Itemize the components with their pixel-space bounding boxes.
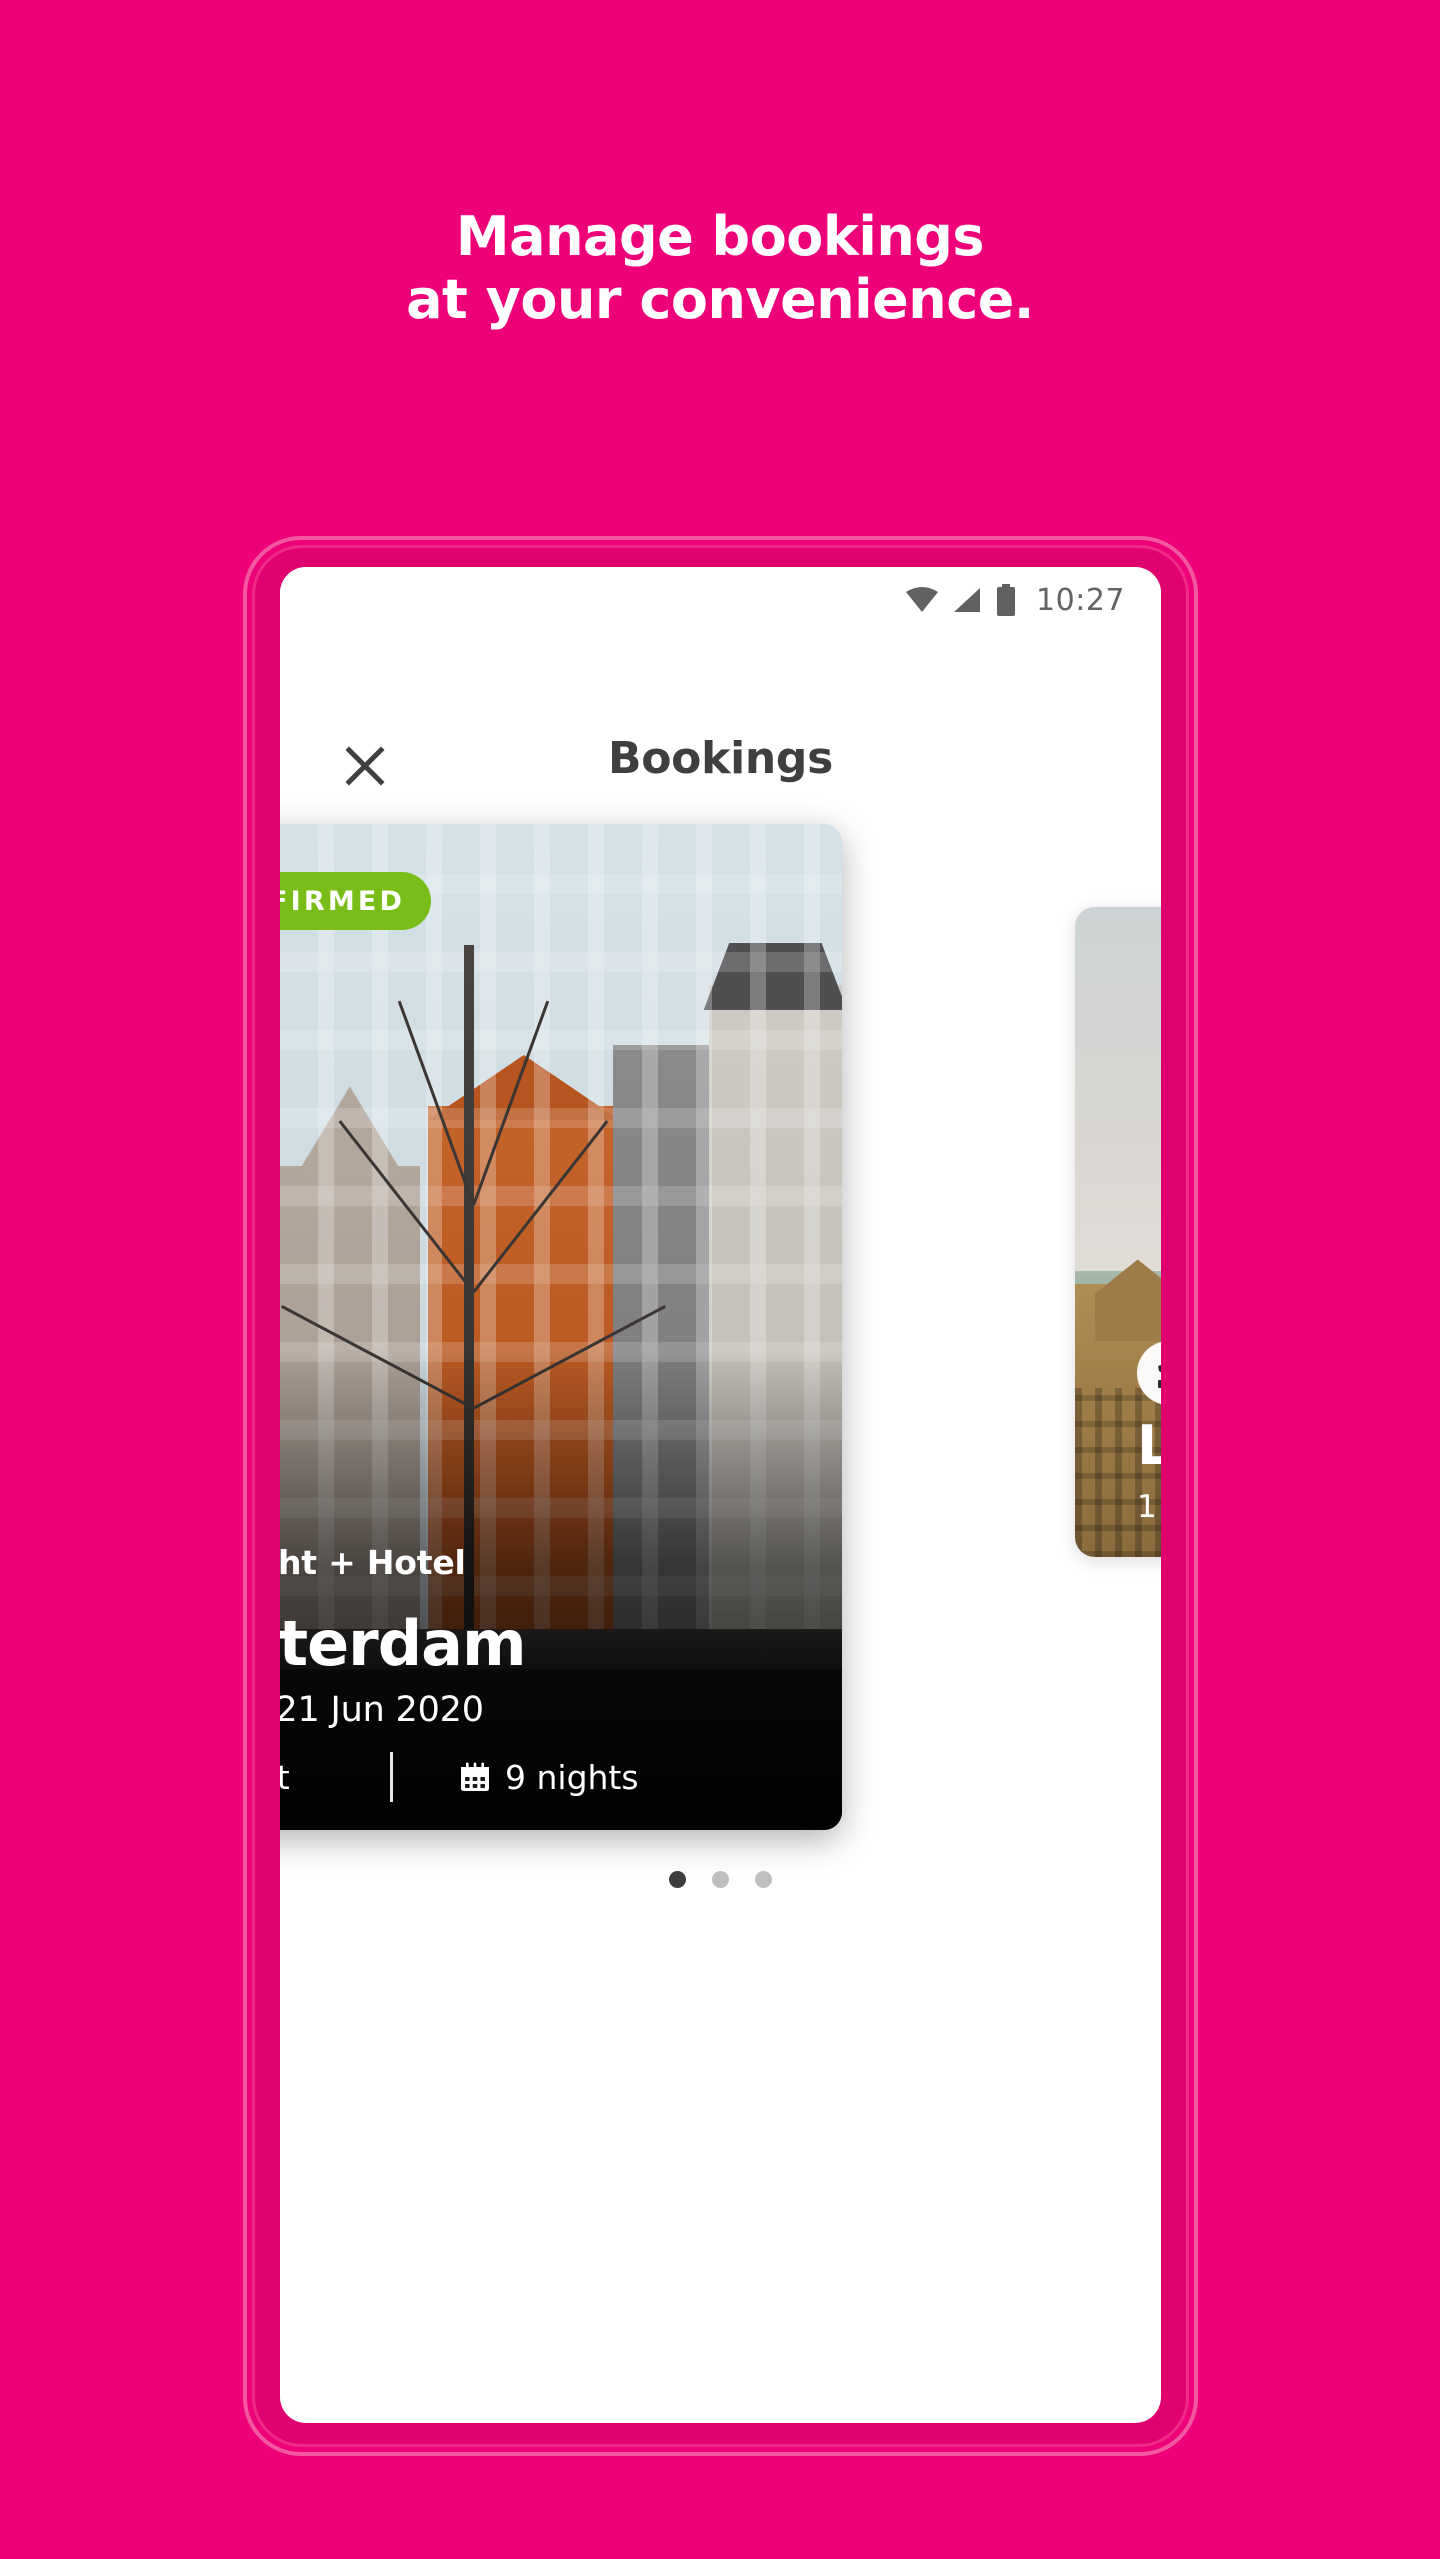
peek-card-sky	[1075, 907, 1161, 1310]
pagination-dot[interactable]	[712, 1871, 729, 1888]
booking-type-label: Flight + Hotel	[280, 1542, 466, 1582]
booking-card-london[interactable]: L 1	[1075, 907, 1161, 1557]
booking-type: Flight + Hotel	[280, 1532, 466, 1592]
status-bar: 10:27	[280, 567, 1161, 633]
page-title: Bookings	[608, 733, 833, 784]
status-bar-time: 10:27	[1036, 582, 1125, 618]
photo-tree-branch	[472, 1000, 550, 1206]
phone-screen: 10:27 Bookings L 1 IRMED ht + Hotel terd…	[280, 567, 1161, 2423]
cellular-signal-icon	[952, 586, 982, 614]
booking-card-amsterdam[interactable]: CONFIRMED Flight +	[280, 824, 842, 1830]
booking-city: Amsterdam	[280, 1607, 527, 1680]
promo-headline: Manage bookings at your convenience.	[0, 205, 1440, 331]
headline-line-1: Manage bookings	[455, 205, 985, 268]
wifi-icon	[905, 586, 939, 614]
photo-tree-branch	[338, 1120, 475, 1294]
booking-travellers-label: 1 adult	[280, 1757, 290, 1797]
status-badge: CONFIRMED	[280, 872, 432, 930]
booking-dates: 12 Jun - 21 Jun 2020	[280, 1690, 484, 1730]
pagination-dot[interactable]	[669, 1871, 686, 1888]
booking-duration-label: 9 nights	[505, 1757, 639, 1797]
headline-line-2: at your convenience.	[406, 268, 1034, 332]
peek-card-city: L	[1137, 1414, 1161, 1477]
bookings-carousel[interactable]: L 1 IRMED ht + Hotel terdam 21 Jun 2020 …	[280, 824, 1161, 2139]
pagination-dot[interactable]	[755, 1871, 772, 1888]
battery-icon	[995, 584, 1017, 616]
phone-mockup: 10:27 Bookings L 1 IRMED ht + Hotel terd…	[243, 536, 1198, 2456]
booking-meta-row: 1 adult	[280, 1752, 812, 1802]
booking-duration: 9 nights	[459, 1758, 639, 1797]
booking-travellers: 1 adult	[280, 1758, 390, 1797]
app-header: Bookings	[280, 717, 1161, 827]
carousel-pagination[interactable]	[280, 1871, 1161, 1888]
status-badge-label: CONFIRMED	[280, 885, 406, 917]
meta-divider	[390, 1752, 393, 1802]
peek-card-dates: 1	[1137, 1489, 1157, 1525]
calendar-icon	[459, 1761, 491, 1793]
